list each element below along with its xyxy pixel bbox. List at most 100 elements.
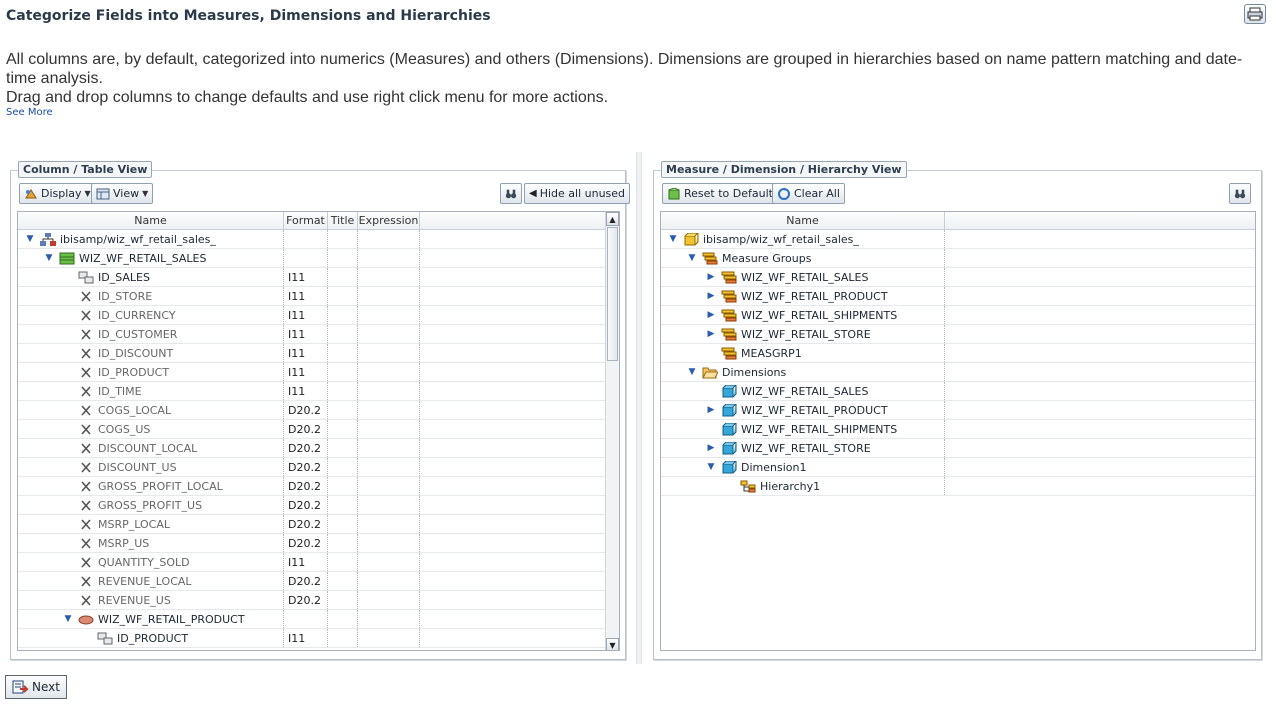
row-label: GROSS_PROFIT_US bbox=[98, 498, 203, 512]
filler-cell bbox=[420, 363, 619, 381]
tree-row[interactable]: GROSS_PROFIT_LOCAL D20.2 bbox=[18, 477, 619, 496]
tree-row[interactable]: ▶ WIZ_WF_RETAIL_STORE bbox=[661, 439, 1255, 458]
tree-row[interactable]: ID_SALES I11 bbox=[18, 268, 619, 287]
hide-all-unused-label: Hide all unused bbox=[539, 187, 626, 200]
vertical-scrollbar[interactable]: ▲ ▼ bbox=[605, 212, 619, 650]
tree-row[interactable]: DISCOUNT_LOCAL D20.2 bbox=[18, 439, 619, 458]
next-button[interactable]: Next bbox=[5, 675, 67, 699]
column-header-name[interactable]: Name bbox=[661, 212, 945, 229]
row-label: DISCOUNT_US bbox=[98, 460, 177, 474]
toggle-spacer bbox=[705, 347, 717, 359]
tree-row[interactable]: Hierarchy1 bbox=[661, 477, 1255, 496]
display-icon bbox=[25, 188, 37, 198]
tree-row[interactable]: ID_PRODUCT I11 bbox=[18, 363, 619, 382]
tree-row[interactable]: ▶ WIZ_WF_RETAIL_PRODUCT bbox=[661, 401, 1255, 420]
collapse-toggle-icon[interactable]: ▼ bbox=[62, 613, 74, 625]
column-header-name[interactable]: Name bbox=[18, 212, 284, 229]
expression-cell bbox=[358, 420, 420, 438]
tree-row[interactable]: COGS_US D20.2 bbox=[18, 420, 619, 439]
tree-row[interactable]: ▼ Dimension1 bbox=[661, 458, 1255, 477]
field-x-icon bbox=[78, 404, 94, 417]
column-header-expression[interactable]: Expression bbox=[358, 212, 420, 229]
tree-row[interactable]: ▶ WIZ_WF_RETAIL_SHIPMENTS bbox=[661, 306, 1255, 325]
view-menu-button[interactable]: View ▼ bbox=[91, 183, 154, 204]
expression-cell bbox=[358, 287, 420, 305]
reset-to-default-button[interactable]: Reset to Default bbox=[662, 183, 778, 204]
collapse-toggle-icon[interactable]: ▼ bbox=[43, 252, 55, 264]
tree-row[interactable]: ▶ WIZ_WF_RETAIL_SALES bbox=[661, 268, 1255, 287]
tree-row[interactable]: ▼ ibisamp/wiz_wf_retail_sales_ bbox=[18, 230, 619, 249]
tree-row[interactable]: ▶ WIZ_WF_RETAIL_PRODUCT bbox=[661, 287, 1255, 306]
tree-row[interactable]: ▼ Measure Groups bbox=[661, 249, 1255, 268]
tree-row[interactable]: ▼ WIZ_WF_RETAIL_SALES bbox=[18, 249, 619, 268]
collapse-toggle-icon[interactable]: ▼ bbox=[686, 252, 698, 264]
column-table-view-panel: Column / Table View Display ▼ View ▼ ◀ H… bbox=[10, 161, 631, 660]
tree-row[interactable]: REVENUE_LOCAL D20.2 bbox=[18, 572, 619, 591]
expression-cell bbox=[358, 230, 420, 248]
measure-group-icon bbox=[721, 328, 737, 341]
row-label: WIZ_WF_RETAIL_STORE bbox=[741, 327, 871, 341]
left-toolbar: Display ▼ View ▼ ◀ Hide all unused bbox=[17, 183, 631, 205]
hide-all-unused-button[interactable]: ◀ Hide all unused bbox=[524, 183, 631, 204]
tree-row[interactable]: WIZ_WF_RETAIL_SALES bbox=[661, 382, 1255, 401]
tree-row[interactable]: MSRP_LOCAL D20.2 bbox=[18, 515, 619, 534]
tree-row[interactable]: MSRP_US D20.2 bbox=[18, 534, 619, 553]
expand-toggle-icon[interactable]: ▶ bbox=[705, 328, 717, 340]
tree-row[interactable]: ▼ Dimensions bbox=[661, 363, 1255, 382]
tree-row[interactable]: ▶ WIZ_WF_RETAIL_STORE bbox=[661, 325, 1255, 344]
filler-cell bbox=[420, 382, 619, 400]
collapse-toggle-icon[interactable]: ▼ bbox=[705, 461, 717, 473]
expand-toggle-icon[interactable]: ▶ bbox=[705, 309, 717, 321]
field-x-icon bbox=[78, 442, 94, 455]
cube-icon bbox=[683, 232, 700, 246]
tree-row[interactable]: DISCOUNT_US D20.2 bbox=[18, 458, 619, 477]
tree-row[interactable]: ▼ WIZ_WF_RETAIL_PRODUCT bbox=[18, 610, 619, 629]
tree-row[interactable]: ID_CURRENCY I11 bbox=[18, 306, 619, 325]
row-label: GROSS_PROFIT_LOCAL bbox=[98, 479, 223, 493]
name-cell: MEASGRP1 bbox=[661, 344, 945, 362]
expression-cell bbox=[358, 325, 420, 343]
collapse-toggle-icon[interactable]: ▼ bbox=[686, 366, 698, 378]
tree-row[interactable]: ID_CUSTOMER I11 bbox=[18, 325, 619, 344]
tree-row[interactable]: WIZ_WF_RETAIL_SHIPMENTS bbox=[661, 420, 1255, 439]
toggle-spacer bbox=[724, 480, 736, 492]
find-button[interactable] bbox=[500, 183, 522, 204]
tree-row[interactable]: MEASGRP1 bbox=[661, 344, 1255, 363]
scroll-thumb[interactable] bbox=[607, 227, 618, 361]
format-cell: D20.2 bbox=[284, 477, 328, 495]
collapse-toggle-icon[interactable]: ▼ bbox=[667, 233, 679, 245]
expression-cell bbox=[358, 629, 420, 647]
tree-row[interactable]: ID_PRODUCT I11 bbox=[18, 629, 619, 648]
row-label: COGS_US bbox=[98, 422, 151, 436]
tree-row[interactable]: ID_TIME I11 bbox=[18, 382, 619, 401]
field-x-icon bbox=[78, 366, 94, 379]
tree-row[interactable]: ▼ ibisamp/wiz_wf_retail_sales_ bbox=[661, 230, 1255, 249]
scroll-up-arrow[interactable]: ▲ bbox=[606, 212, 619, 226]
expand-toggle-icon[interactable]: ▶ bbox=[705, 404, 717, 416]
print-button[interactable] bbox=[1244, 4, 1266, 24]
scroll-down-arrow[interactable]: ▼ bbox=[606, 638, 619, 650]
column-header-title[interactable]: Title bbox=[328, 212, 358, 229]
filler-cell bbox=[945, 344, 1255, 362]
expand-toggle-icon[interactable]: ▶ bbox=[705, 271, 717, 283]
expand-toggle-icon[interactable]: ▶ bbox=[705, 442, 717, 454]
right-tree-rows: ▼ ibisamp/wiz_wf_retail_sales_ ▼ Measure Gr… bbox=[661, 230, 1255, 496]
display-menu-button[interactable]: Display ▼ bbox=[19, 183, 96, 204]
tree-row[interactable]: GROSS_PROFIT_US D20.2 bbox=[18, 496, 619, 515]
find-button-right[interactable] bbox=[1229, 183, 1251, 204]
expand-toggle-icon[interactable]: ▶ bbox=[705, 290, 717, 302]
see-more-link[interactable]: See More bbox=[6, 107, 53, 118]
clear-all-button[interactable]: Clear All bbox=[772, 183, 845, 204]
tree-row[interactable]: ID_STORE I11 bbox=[18, 287, 619, 306]
collapse-toggle-icon[interactable]: ▼ bbox=[24, 233, 36, 245]
printer-icon bbox=[1247, 7, 1263, 21]
tree-row[interactable]: COGS_LOCAL D20.2 bbox=[18, 401, 619, 420]
column-header-format[interactable]: Format bbox=[284, 212, 328, 229]
toggle-spacer bbox=[62, 556, 74, 568]
panel-splitter[interactable] bbox=[636, 152, 642, 664]
reset-to-default-label: Reset to Default bbox=[684, 187, 773, 200]
tree-row[interactable]: REVENUE_US D20.2 bbox=[18, 591, 619, 610]
tree-row[interactable]: QUANTITY_SOLD I11 bbox=[18, 553, 619, 572]
filler-cell bbox=[420, 439, 619, 457]
tree-row[interactable]: ID_DISCOUNT I11 bbox=[18, 344, 619, 363]
